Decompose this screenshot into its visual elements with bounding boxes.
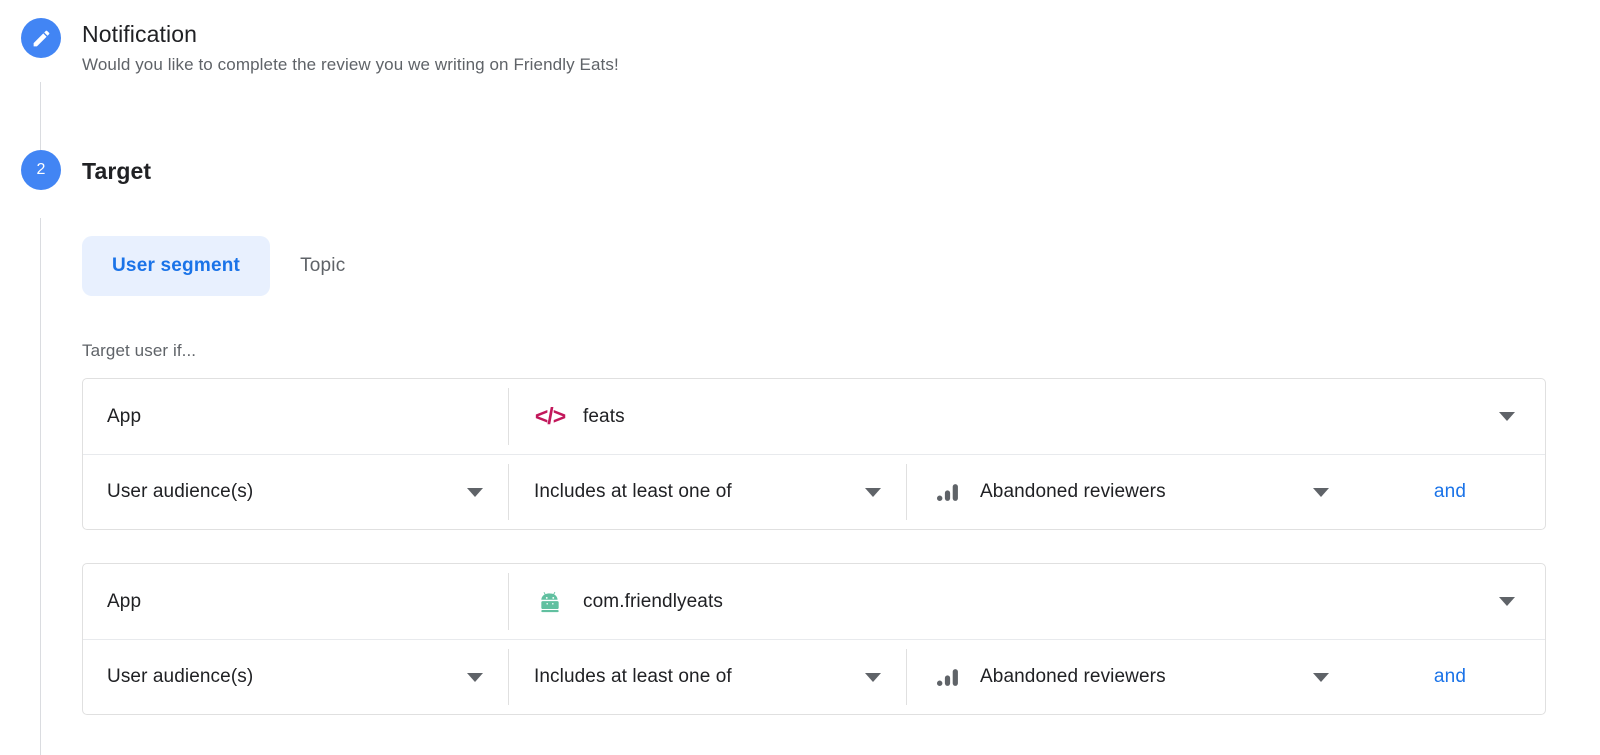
stepper-rail (40, 18, 42, 755)
chevron-down-icon[interactable] (1313, 488, 1329, 497)
app-field-label: App (107, 405, 141, 429)
app-field-cell: App (83, 564, 509, 639)
tab-user-segment[interactable]: User segment (82, 236, 270, 296)
app-row: App </> feats (83, 379, 1545, 454)
conjunction-cell: and (1355, 640, 1545, 714)
app-value-select[interactable]: </> feats (509, 379, 1545, 454)
chevron-down-icon[interactable] (1499, 597, 1515, 606)
app-field-label: App (107, 590, 141, 614)
app-value-select[interactable]: com.friendlyeats (509, 564, 1545, 639)
audience-field-select[interactable]: User audience(s) (83, 455, 509, 529)
step-badge-notification[interactable] (21, 18, 61, 58)
notification-section: Notification Would you like to complete … (82, 18, 619, 78)
notification-title: Notification (82, 18, 619, 50)
audience-field-select[interactable]: User audience(s) (83, 640, 509, 714)
conjunction-cell: and (1355, 455, 1545, 529)
code-icon: </> (535, 402, 565, 432)
chevron-down-icon[interactable] (1313, 673, 1329, 682)
chevron-down-icon[interactable] (467, 488, 483, 497)
audience-value-label: Abandoned reviewers (980, 480, 1166, 504)
audience-value-label: Abandoned reviewers (980, 665, 1166, 689)
audience-operator-select[interactable]: Includes at least one of (509, 455, 907, 529)
and-link[interactable]: and (1434, 481, 1466, 503)
and-link[interactable]: and (1434, 666, 1466, 688)
chevron-down-icon[interactable] (865, 488, 881, 497)
condition-card: App </> feats User audience(s) Includes … (82, 378, 1546, 530)
audience-value-select[interactable]: Abandoned reviewers (907, 455, 1355, 529)
step-badge-target[interactable]: 2 (21, 150, 61, 190)
target-title: Target (82, 155, 151, 187)
app-row: App com.friendl (83, 564, 1545, 639)
app-value-label: com.friendlyeats (583, 590, 723, 614)
audience-operator-label: Includes at least one of (534, 480, 732, 504)
audience-operator-label: Includes at least one of (534, 665, 732, 689)
audience-operator-select[interactable]: Includes at least one of (509, 640, 907, 714)
audience-row: User audience(s) Includes at least one o… (83, 454, 1545, 529)
rail-connector-1 (40, 82, 41, 158)
condition-card: App com.friendl (82, 563, 1546, 715)
audience-row: User audience(s) Includes at least one o… (83, 639, 1545, 714)
audience-value-select[interactable]: Abandoned reviewers (907, 640, 1355, 714)
step-number: 2 (37, 162, 46, 178)
android-icon (535, 587, 565, 617)
chevron-down-icon[interactable] (1499, 412, 1515, 421)
target-user-if-label: Target user if... (82, 339, 196, 363)
app-field-cell: App (83, 379, 509, 454)
audience-field-label: User audience(s) (107, 665, 253, 689)
app-value-label: feats (583, 405, 625, 429)
target-tabs: User segment Topic (82, 236, 375, 296)
rail-connector-2 (40, 218, 41, 755)
chevron-down-icon[interactable] (467, 673, 483, 682)
notification-subtitle: Would you like to complete the review yo… (82, 52, 619, 78)
analytics-icon (932, 477, 962, 507)
notification-composer-page: 2 Notification Would you like to complet… (0, 0, 1600, 755)
pencil-icon (31, 28, 52, 49)
chevron-down-icon[interactable] (865, 673, 881, 682)
analytics-icon (932, 662, 962, 692)
tab-topic[interactable]: Topic (270, 236, 375, 296)
audience-field-label: User audience(s) (107, 480, 253, 504)
